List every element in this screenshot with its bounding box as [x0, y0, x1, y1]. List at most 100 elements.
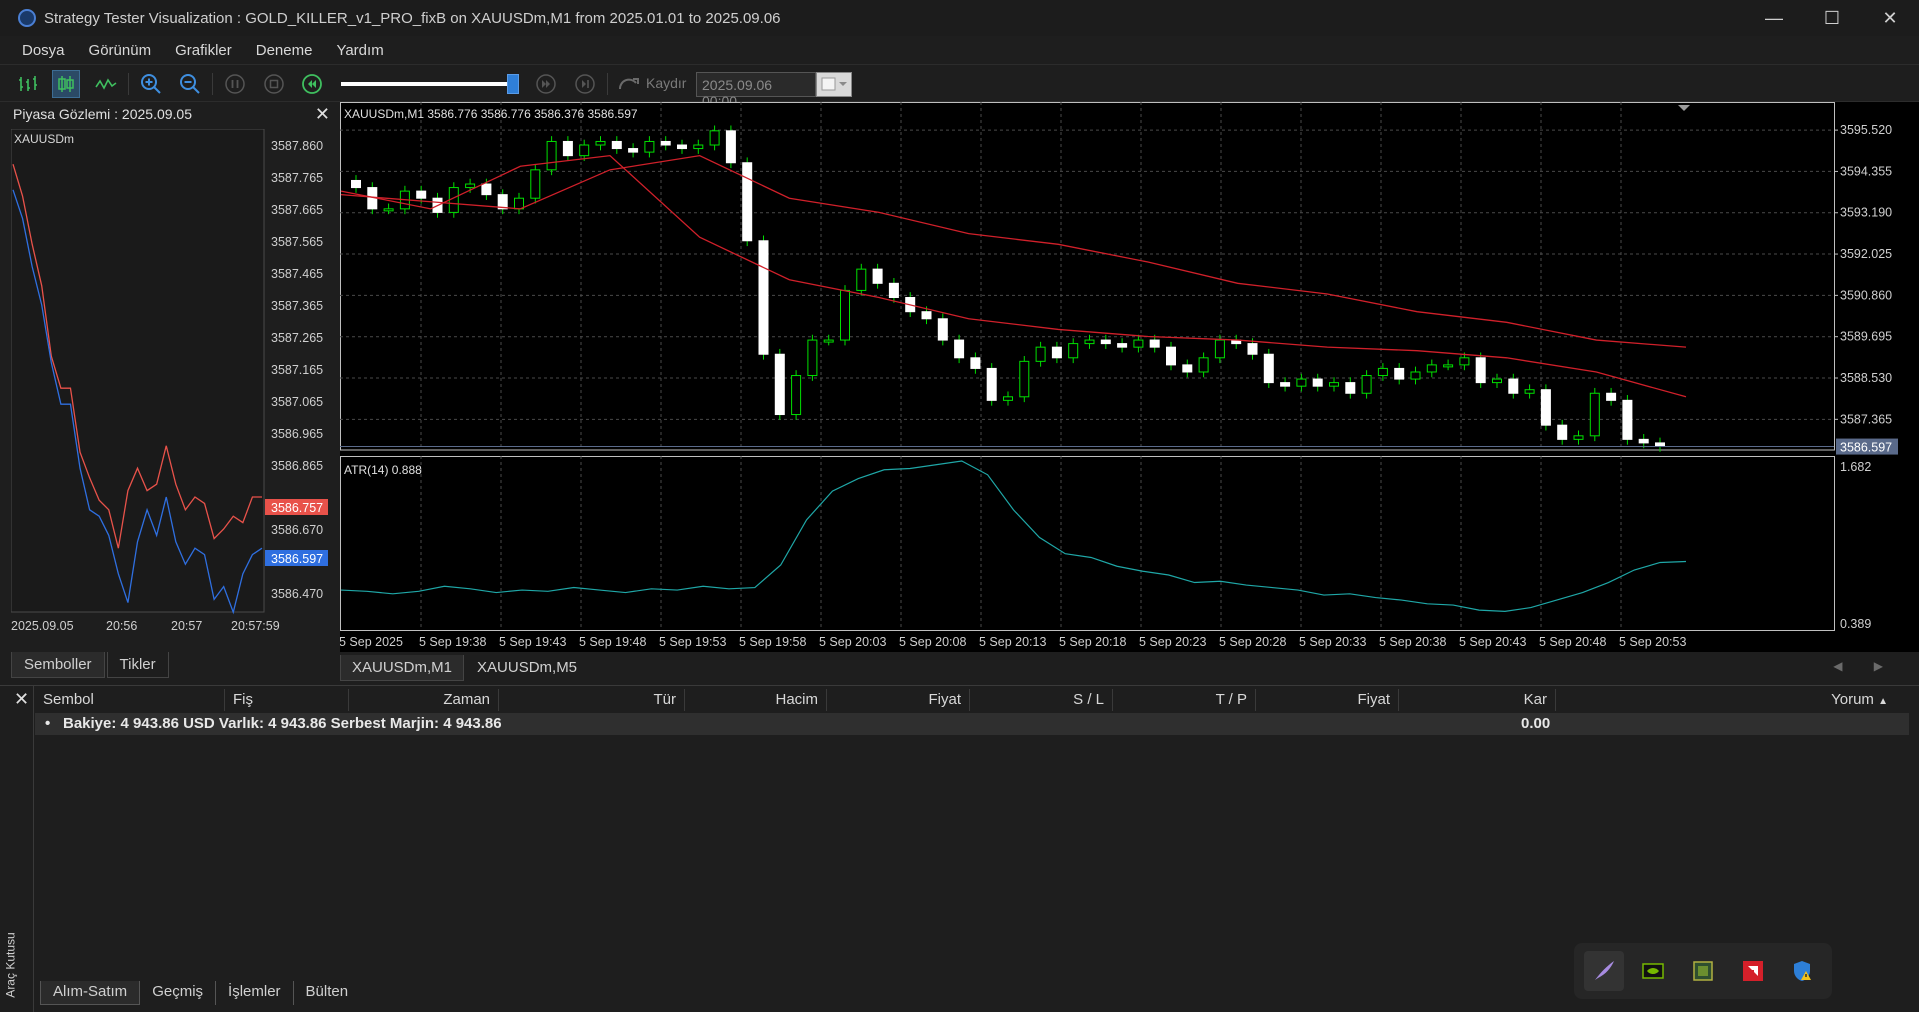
candle-body — [1345, 382, 1356, 394]
price-chart[interactable]: 3595.520 3594.355 3593.190 3592.025 3590.860… — [340, 102, 1919, 652]
candle-body — [644, 140, 655, 153]
candlestick-icon[interactable] — [52, 70, 80, 98]
zoom-in-icon[interactable] — [137, 70, 165, 98]
balance-row[interactable]: • Bakiye: 4 943.86 USD Varlık: 4 943.86 … — [35, 713, 1909, 735]
market-watch-title: Piyasa Gözlemi : 2025.09.05 — [13, 106, 192, 122]
tick-y-label: 3587.265 — [271, 331, 323, 345]
tab-semboller[interactable]: Semboller — [11, 652, 105, 678]
candle-body — [628, 148, 639, 153]
candle-body — [709, 130, 720, 146]
price-y-label: 3593.190 — [1840, 206, 1892, 220]
column-fiyat-2[interactable]: Fiyat — [1256, 689, 1399, 711]
amd-icon[interactable] — [1733, 951, 1773, 991]
menu-yardim[interactable]: Yardım — [324, 42, 395, 59]
skip-end-icon[interactable] — [571, 70, 599, 98]
candle-body — [351, 179, 361, 189]
candle-body — [1606, 392, 1617, 401]
maximize-button[interactable]: ☐ — [1803, 0, 1861, 36]
calendar-icon[interactable] — [816, 72, 852, 97]
pause-icon[interactable] — [221, 70, 249, 98]
tab-alim-satim[interactable]: Alım-Satım — [40, 981, 141, 1005]
bar-chart-icon[interactable] — [14, 70, 42, 98]
close-icon[interactable]: ✕ — [315, 104, 330, 125]
atr-y-label: 0.389 — [1840, 617, 1871, 631]
candle-body — [1214, 339, 1225, 359]
candle-body — [1166, 346, 1176, 366]
speed-slider-thumb[interactable] — [507, 74, 519, 94]
price-y-label: 3595.520 — [1840, 123, 1892, 137]
candle-body — [1394, 367, 1405, 380]
column-kar[interactable]: Kar — [1399, 689, 1556, 711]
bid-price-label: 3586.597 — [271, 552, 323, 566]
column-hacim[interactable]: Hacim — [685, 689, 827, 711]
candle-body — [1100, 339, 1111, 345]
candle-body — [1443, 364, 1454, 368]
candle-body — [725, 130, 736, 164]
candle-body — [1426, 364, 1437, 373]
time-x-label: 5 Sep 20:23 — [1139, 635, 1206, 649]
line-chart-icon[interactable] — [92, 70, 120, 98]
current-price-label: 3586.597 — [1840, 441, 1892, 455]
tab-tikler[interactable]: Tikler — [106, 652, 169, 678]
candle-body — [840, 289, 850, 341]
column-tp[interactable]: T / P — [1113, 689, 1256, 711]
scroll-icon[interactable] — [615, 70, 643, 98]
pen-icon[interactable] — [1584, 951, 1624, 991]
time-x-label: 5 Sep 20:53 — [1619, 635, 1686, 649]
column-yorum[interactable]: Yorum ▲ — [1556, 689, 1896, 711]
candle-body — [742, 162, 753, 242]
tick-chart: XAUUSDm 3587.860 3587.765 3587.665 3587.565 3… — [11, 129, 328, 633]
time-x-label: 5 Sep 20:28 — [1219, 635, 1286, 649]
menu-deneme[interactable]: Deneme — [244, 42, 325, 59]
close-icon[interactable]: ✕ — [14, 689, 29, 710]
price-chart-window[interactable]: 3595.520 3594.355 3593.190 3592.025 3590.860… — [340, 102, 1919, 652]
ask-price-label: 3586.757 — [271, 501, 323, 515]
column-fis[interactable]: Fiş — [225, 689, 349, 711]
tab-xauusdm-m5[interactable]: XAUUSDm,M5 — [466, 655, 588, 681]
skip-back-icon[interactable] — [298, 70, 326, 98]
menu-gorunum[interactable]: Görünüm — [77, 42, 164, 59]
close-window-button[interactable]: ✕ — [1861, 0, 1919, 36]
date-input[interactable]: 2025.09.06 00:00 — [696, 72, 816, 109]
toolbox-side-label: Araç Kutusu — [3, 932, 18, 998]
chip-icon[interactable] — [1683, 951, 1723, 991]
column-tur[interactable]: Tür — [499, 689, 685, 711]
menu-grafikler[interactable]: Grafikler — [163, 42, 244, 59]
tab-gecmis[interactable]: Geçmiş — [140, 981, 217, 1005]
column-sembol[interactable]: Sembol — [35, 689, 225, 711]
tab-bulten[interactable]: Bülten — [294, 981, 361, 1005]
candle-body — [660, 140, 671, 146]
skip-forward-icon[interactable] — [532, 70, 560, 98]
candle-body — [514, 197, 524, 210]
price-chart-title: XAUUSDm,M1 3586.776 3586.776 3586.376 35… — [344, 107, 638, 121]
profit-value: 0.00 — [1521, 715, 1551, 732]
stop-icon[interactable] — [260, 70, 288, 98]
menu-dosya[interactable]: Dosya — [10, 42, 77, 59]
candle-body — [970, 357, 981, 369]
tick-x-label: 20:56 — [106, 619, 137, 633]
price-y-label: 3594.355 — [1840, 164, 1892, 178]
column-zaman[interactable]: Zaman — [349, 689, 499, 711]
tab-xauusdm-m1[interactable]: XAUUSDm,M1 — [340, 655, 465, 681]
nvidia-icon[interactable] — [1634, 951, 1674, 991]
atr-y-label: 1.682 — [1840, 460, 1871, 474]
candle-body — [888, 282, 899, 299]
candle-body — [791, 375, 802, 416]
column-fiyat[interactable]: Fiyat — [827, 689, 970, 711]
price-y-label: 3590.860 — [1840, 288, 1892, 302]
speed-slider-track[interactable] — [341, 82, 513, 86]
tick-x-label: 20:57:59 — [231, 619, 280, 633]
chart-tab-scroll-arrows[interactable]: ◀ ▶ — [1833, 659, 1897, 673]
zoom-out-icon[interactable] — [176, 70, 204, 98]
tab-islemler[interactable]: İşlemler — [216, 981, 294, 1005]
candle-body — [823, 339, 834, 343]
scroll-label[interactable]: Kaydır — [646, 75, 686, 91]
toolbar: Kaydır 2025.09.06 00:00 — [0, 64, 1919, 109]
tick-y-label: 3587.065 — [271, 395, 323, 409]
column-sl[interactable]: S / L — [970, 689, 1113, 711]
menu-bar: Dosya Görünüm Grafikler Deneme Yardım — [0, 36, 1919, 64]
minimize-button[interactable]: — — [1745, 0, 1803, 36]
security-warning-icon[interactable] — [1782, 951, 1822, 991]
candle-body — [677, 144, 687, 150]
time-x-label: 5 Sep 20:13 — [979, 635, 1046, 649]
